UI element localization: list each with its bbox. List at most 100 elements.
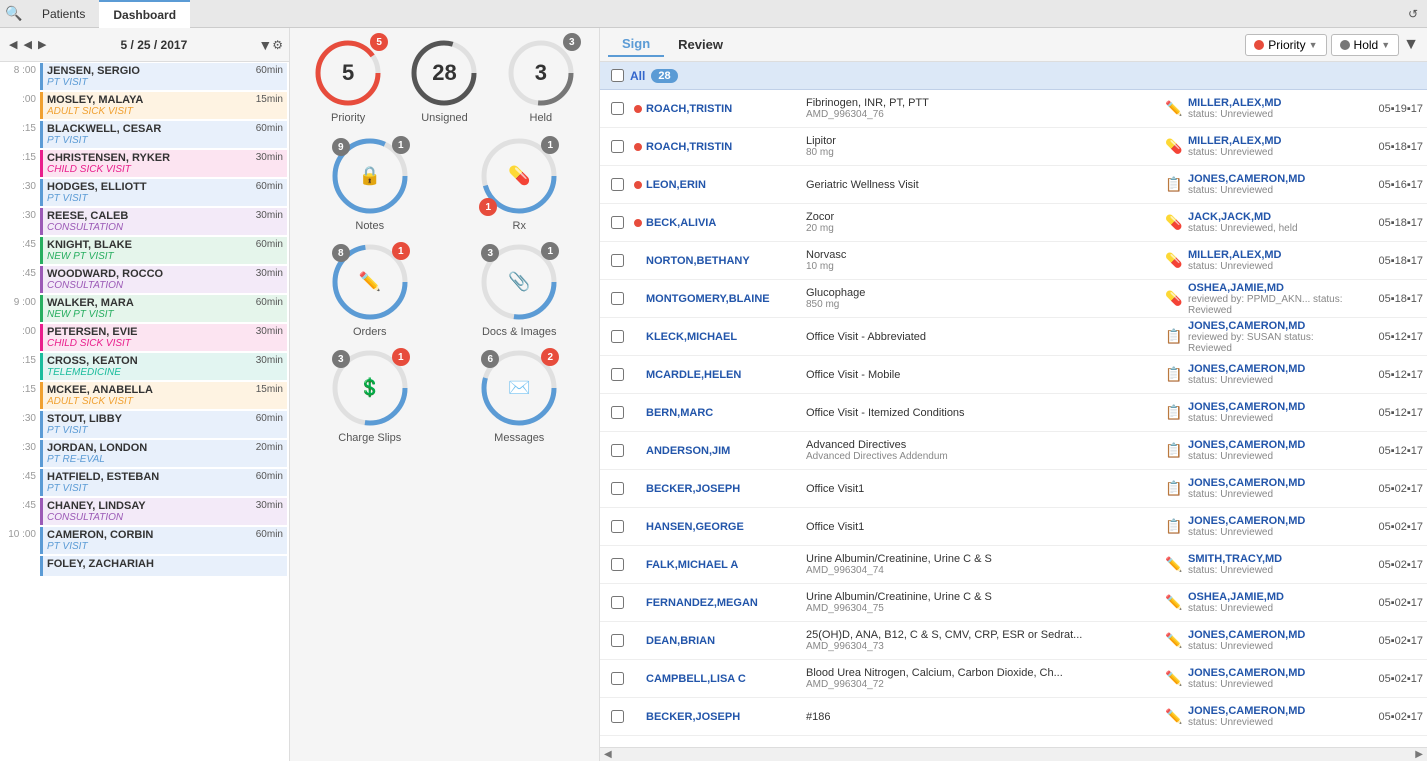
appointment-block[interactable]: 20min JORDAN, LONDON PT RE-EVAL bbox=[40, 440, 287, 467]
dashboard-tab[interactable]: Dashboard bbox=[99, 0, 190, 28]
schedule-row[interactable]: :15 30min CHRISTENSEN, RYKER CHILD SICK … bbox=[0, 149, 289, 178]
hold-filter-btn[interactable]: Hold ▼ bbox=[1331, 34, 1400, 56]
priority-filter-btn[interactable]: Priority ▼ bbox=[1245, 34, 1326, 56]
appointment-block[interactable]: 60min KNIGHT, BLAKE NEW PT VISIT bbox=[40, 237, 287, 264]
scroll-left[interactable]: ◀ bbox=[604, 749, 612, 760]
rx-widget[interactable]: 💊 1 1 Rx bbox=[450, 136, 590, 232]
row-checkbox[interactable] bbox=[604, 558, 630, 571]
row-checkbox[interactable] bbox=[604, 140, 630, 153]
appointment-block[interactable]: 30min PETERSEN, EVIE CHILD SICK VISIT bbox=[40, 324, 287, 351]
schedule-row[interactable]: :45 30min WOODWARD, ROCCO CONSULTATION bbox=[0, 265, 289, 294]
table-row[interactable]: ROACH,TRISTIN Lipitor 80 mg 💊 MILLER,ALE… bbox=[600, 128, 1427, 166]
charge-slips-label: Charge Slips bbox=[338, 432, 401, 444]
filter-btn[interactable]: ▼ bbox=[258, 37, 272, 53]
appointment-block[interactable]: 60min HATFIELD, ESTEBAN PT VISIT bbox=[40, 469, 287, 496]
table-row[interactable]: LEON,ERIN Geriatric Wellness Visit 📋 JON… bbox=[600, 166, 1427, 204]
charge-slips-widget[interactable]: 💲 1 3 Charge Slips bbox=[300, 348, 440, 444]
select-all-checkbox[interactable] bbox=[604, 69, 630, 82]
appointment-block[interactable]: 60min STOUT, LIBBY PT VISIT bbox=[40, 411, 287, 438]
schedule-row[interactable]: :45 30min CHANEY, LINDSAY CONSULTATION bbox=[0, 497, 289, 526]
table-row[interactable]: FERNANDEZ,MEGAN Urine Albumin/Creatinine… bbox=[600, 584, 1427, 622]
notes-widget[interactable]: 🔒 1 9 Notes bbox=[300, 136, 440, 232]
row-checkbox[interactable] bbox=[604, 710, 630, 723]
sign-tab[interactable]: Sign bbox=[608, 32, 664, 57]
appointment-block[interactable]: 60min WALKER, MARA NEW PT VISIT bbox=[40, 295, 287, 322]
schedule-row[interactable]: FOLEY, ZACHARIAH bbox=[0, 555, 289, 577]
table-row[interactable]: BECK,ALIVIA Zocor 20 mg 💊 JACK,JACK,MD s… bbox=[600, 204, 1427, 242]
docs-images-widget[interactable]: 📎 1 3 Docs & Images bbox=[450, 242, 590, 338]
schedule-row[interactable]: :00 15min MOSLEY, MALAYA ADULT SICK VISI… bbox=[0, 91, 289, 120]
table-row[interactable]: NORTON,BETHANY Norvasc 10 mg 💊 MILLER,AL… bbox=[600, 242, 1427, 280]
schedule-row[interactable]: :30 30min REESE, CALEB CONSULTATION bbox=[0, 207, 289, 236]
appointment-block[interactable]: 60min BLACKWELL, CESAR PT VISIT bbox=[40, 121, 287, 148]
doc-type-icon: 📋 bbox=[1160, 176, 1188, 193]
table-row[interactable]: ROACH,TRISTIN Fibrinogen, INR, PT, PTT A… bbox=[600, 90, 1427, 128]
schedule-row[interactable]: :30 60min STOUT, LIBBY PT VISIT bbox=[0, 410, 289, 439]
row-checkbox[interactable] bbox=[604, 596, 630, 609]
table-row[interactable]: CAMPBELL,LISA C Blood Urea Nitrogen, Cal… bbox=[600, 660, 1427, 698]
priority-widget[interactable]: 5 5 Priority bbox=[313, 38, 383, 124]
table-row[interactable]: DEAN,BRIAN 25(OH)D, ANA, B12, C & S, CMV… bbox=[600, 622, 1427, 660]
schedule-row[interactable]: :15 60min BLACKWELL, CESAR PT VISIT bbox=[0, 120, 289, 149]
appointment-block[interactable]: 60min HODGES, ELLIOTT PT VISIT bbox=[40, 179, 287, 206]
table-row[interactable]: MONTGOMERY,BLAINE Glucophage 850 mg 💊 OS… bbox=[600, 280, 1427, 318]
appointment-block[interactable]: FOLEY, ZACHARIAH bbox=[40, 556, 287, 576]
review-tab[interactable]: Review bbox=[664, 33, 737, 56]
orders-widget[interactable]: ✏️ 1 8 Orders bbox=[300, 242, 440, 338]
row-checkbox[interactable] bbox=[604, 292, 630, 305]
appointment-block[interactable]: 30min REESE, CALEB CONSULTATION bbox=[40, 208, 287, 235]
prev2-btn[interactable]: ◀ bbox=[20, 36, 34, 53]
filter-icon-btn[interactable]: ▼ bbox=[1403, 36, 1419, 54]
row-checkbox[interactable] bbox=[604, 178, 630, 191]
scroll-right[interactable]: ▶ bbox=[1415, 749, 1423, 760]
row-checkbox[interactable] bbox=[604, 672, 630, 685]
schedule-row[interactable]: 9 :00 60min WALKER, MARA NEW PT VISIT bbox=[0, 294, 289, 323]
table-row[interactable]: MCARDLE,HELEN Office Visit - Mobile 📋 JO… bbox=[600, 356, 1427, 394]
appointment-block[interactable]: 30min CHRISTENSEN, RYKER CHILD SICK VISI… bbox=[40, 150, 287, 177]
row-checkbox[interactable] bbox=[604, 216, 630, 229]
refresh-icon[interactable]: ↺ bbox=[1399, 0, 1427, 28]
settings-btn[interactable]: ⚙ bbox=[272, 38, 283, 52]
schedule-row[interactable]: :00 30min PETERSEN, EVIE CHILD SICK VISI… bbox=[0, 323, 289, 352]
table-row[interactable]: ANDERSON,JIM Advanced Directives Advance… bbox=[600, 432, 1427, 470]
schedule-row[interactable]: :15 15min MCKEE, ANABELLA ADULT SICK VIS… bbox=[0, 381, 289, 410]
appointment-block[interactable]: 30min CROSS, KEATON TELEMEDICINE bbox=[40, 353, 287, 380]
schedule-row[interactable]: :30 60min HODGES, ELLIOTT PT VISIT bbox=[0, 178, 289, 207]
schedule-row[interactable]: :45 60min HATFIELD, ESTEBAN PT VISIT bbox=[0, 468, 289, 497]
appointment-block[interactable]: 30min WOODWARD, ROCCO CONSULTATION bbox=[40, 266, 287, 293]
row-checkbox[interactable] bbox=[604, 368, 630, 381]
schedule-row[interactable]: :45 60min KNIGHT, BLAKE NEW PT VISIT bbox=[0, 236, 289, 265]
schedule-row[interactable]: 8 :00 60min JENSEN, SERGIO PT VISIT bbox=[0, 62, 289, 91]
appointment-block[interactable]: 30min CHANEY, LINDSAY CONSULTATION bbox=[40, 498, 287, 525]
patients-tab[interactable]: Patients bbox=[28, 0, 99, 28]
table-row[interactable]: FALK,MICHAEL A Urine Albumin/Creatinine,… bbox=[600, 546, 1427, 584]
table-row[interactable]: BERN,MARC Office Visit - Itemized Condit… bbox=[600, 394, 1427, 432]
appointment-block[interactable]: 60min CAMERON, CORBIN PT VISIT bbox=[40, 527, 287, 554]
row-checkbox[interactable] bbox=[604, 444, 630, 457]
row-checkbox[interactable] bbox=[604, 254, 630, 267]
search-icon[interactable]: 🔍 bbox=[0, 0, 28, 28]
row-checkbox[interactable] bbox=[604, 482, 630, 495]
table-row[interactable]: BECKER,JOSEPH #186 ✏️ JONES,CAMERON,MD s… bbox=[600, 698, 1427, 736]
unsigned-widget[interactable]: 28 Unsigned bbox=[409, 38, 479, 124]
held-widget[interactable]: 3 3 Held bbox=[506, 38, 576, 124]
row-checkbox[interactable] bbox=[604, 520, 630, 533]
appointment-block[interactable]: 15min MOSLEY, MALAYA ADULT SICK VISIT bbox=[40, 92, 287, 119]
appointment-block[interactable]: 60min JENSEN, SERGIO PT VISIT bbox=[40, 63, 287, 90]
schedule-row[interactable]: :15 30min CROSS, KEATON TELEMEDICINE bbox=[0, 352, 289, 381]
messages-widget[interactable]: ✉️ 2 6 Messages bbox=[450, 348, 590, 444]
row-checkbox[interactable] bbox=[604, 330, 630, 343]
table-row[interactable]: HANSEN,GEORGE Office Visit1 📋 JONES,CAME… bbox=[600, 508, 1427, 546]
schedule-row[interactable]: 10 :00 60min CAMERON, CORBIN PT VISIT bbox=[0, 526, 289, 555]
schedule-row[interactable]: :30 20min JORDAN, LONDON PT RE-EVAL bbox=[0, 439, 289, 468]
prev-btn[interactable]: ◀ bbox=[6, 36, 20, 53]
detail-sub: 10 mg bbox=[806, 261, 1160, 272]
row-checkbox[interactable] bbox=[604, 102, 630, 115]
row-checkbox[interactable] bbox=[604, 406, 630, 419]
table-row[interactable]: KLECK,MICHAEL Office Visit - Abbreviated… bbox=[600, 318, 1427, 356]
row-checkbox[interactable] bbox=[604, 634, 630, 647]
time-label: :45 bbox=[0, 497, 40, 526]
next-btn[interactable]: ▶ bbox=[35, 36, 49, 53]
table-row[interactable]: BECKER,JOSEPH Office Visit1 📋 JONES,CAME… bbox=[600, 470, 1427, 508]
appointment-block[interactable]: 15min MCKEE, ANABELLA ADULT SICK VISIT bbox=[40, 382, 287, 409]
